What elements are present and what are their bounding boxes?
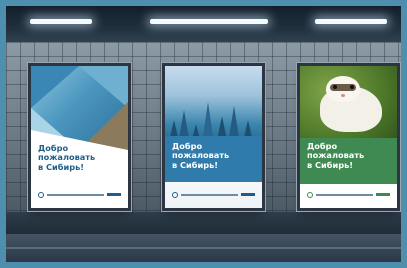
ferret-eye bbox=[350, 85, 354, 89]
logo-emblem-icon bbox=[172, 191, 178, 198]
sponsor-logo bbox=[38, 190, 121, 199]
headline-line: в Сибирь! bbox=[172, 159, 219, 170]
sponsor-logo bbox=[307, 190, 390, 199]
billboard-poster-1: Добро пожаловать в Сибирь! bbox=[31, 66, 128, 208]
ceiling-light bbox=[150, 19, 268, 24]
poster-shape bbox=[31, 66, 79, 108]
logo-wordmark bbox=[316, 193, 373, 196]
logo-emblem-icon bbox=[38, 191, 44, 198]
logo-emblem-icon bbox=[307, 191, 313, 198]
ceiling-light bbox=[315, 19, 387, 24]
poster-headline: Добро пожаловать в Сибирь! bbox=[307, 141, 393, 170]
headline-line: в Сибирь! bbox=[307, 159, 354, 170]
poster-image bbox=[31, 66, 128, 150]
ferret-eye bbox=[333, 85, 337, 89]
ferret-nose bbox=[341, 94, 345, 97]
billboard-poster-2: Добро пожаловать в Сибирь! bbox=[165, 66, 262, 208]
headline-line: в Сибирь! bbox=[38, 161, 85, 172]
logo-wordmark bbox=[47, 193, 104, 196]
logo-wordmark bbox=[241, 193, 255, 196]
ceiling bbox=[0, 0, 407, 42]
sponsor-logo bbox=[172, 190, 255, 199]
billboard-poster-3: Добро пожаловать в Сибирь! bbox=[300, 66, 397, 208]
platform-edge-line bbox=[6, 247, 401, 249]
poster-headline: Добро пожаловать в Сибирь! bbox=[172, 141, 258, 170]
ceiling-light bbox=[30, 19, 92, 24]
logo-wordmark bbox=[181, 193, 238, 196]
poster-headline: Добро пожаловать в Сибирь! bbox=[38, 143, 124, 172]
logo-wordmark bbox=[376, 193, 390, 196]
wall-base bbox=[6, 212, 401, 234]
logo-wordmark bbox=[107, 193, 121, 196]
subway-scene: Добро пожаловать в Сибирь! Добро пожалов… bbox=[0, 0, 407, 268]
